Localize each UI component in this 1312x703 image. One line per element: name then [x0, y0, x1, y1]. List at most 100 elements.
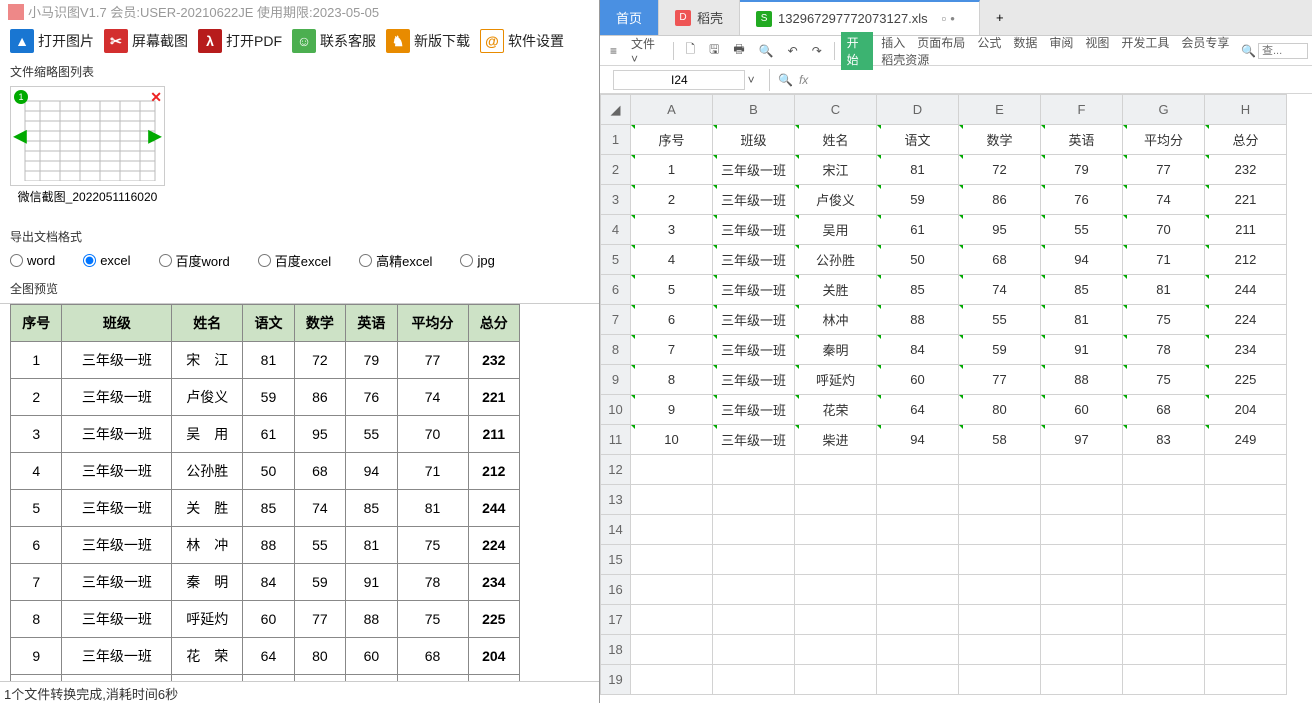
cell[interactable]: 91	[1041, 335, 1123, 365]
cell[interactable]: 序号	[631, 125, 713, 155]
cell[interactable]: 50	[877, 245, 959, 275]
cell[interactable]: 三年级一班	[713, 395, 795, 425]
screenshot-button[interactable]: ✂屏幕截图	[104, 29, 188, 53]
settings-button[interactable]: @软件设置	[480, 29, 564, 53]
cell[interactable]	[1123, 455, 1205, 485]
cell[interactable]	[631, 485, 713, 515]
cell[interactable]: 77	[1123, 155, 1205, 185]
cell[interactable]: 三年级一班	[713, 335, 795, 365]
row-header[interactable]: 10	[601, 395, 631, 425]
preview-table-scroll[interactable]: 序号班级姓名语文数学英语平均分总分1三年级一班宋 江817279772322三年…	[0, 303, 599, 682]
cell[interactable]	[1041, 635, 1123, 665]
cell[interactable]	[1041, 515, 1123, 545]
cell[interactable]	[1205, 455, 1287, 485]
cell[interactable]	[1041, 485, 1123, 515]
open-image-button[interactable]: ▲打开图片	[10, 29, 94, 53]
cell[interactable]	[1205, 485, 1287, 515]
cell[interactable]: 94	[877, 425, 959, 455]
cell[interactable]: 卢俊义	[795, 185, 877, 215]
cell[interactable]	[877, 665, 959, 695]
cell[interactable]: 97	[1041, 425, 1123, 455]
cell[interactable]	[1041, 455, 1123, 485]
cell[interactable]	[877, 575, 959, 605]
cell[interactable]: 81	[1041, 305, 1123, 335]
cell[interactable]	[1041, 575, 1123, 605]
cell[interactable]: 64	[877, 395, 959, 425]
cell[interactable]: 94	[1041, 245, 1123, 275]
cell[interactable]: 关胜	[795, 275, 877, 305]
cell[interactable]: 59	[959, 335, 1041, 365]
cell[interactable]	[795, 485, 877, 515]
cell[interactable]	[877, 635, 959, 665]
tab-home[interactable]: 首页	[600, 0, 659, 35]
cell[interactable]	[1123, 545, 1205, 575]
cell[interactable]: 9	[631, 395, 713, 425]
cell[interactable]: 呼延灼	[795, 365, 877, 395]
col-header[interactable]: C	[795, 95, 877, 125]
thumbnail-item[interactable]: 1 ✕ ◀ ▶	[10, 86, 165, 186]
redo-icon[interactable]: ↷	[806, 42, 828, 60]
menu-hamburger-icon[interactable]: ≡	[604, 42, 623, 60]
window-dot-icon[interactable]: •	[950, 11, 955, 26]
cell[interactable]: 吴用	[795, 215, 877, 245]
col-header[interactable]: G	[1123, 95, 1205, 125]
export-option-百度word[interactable]: 百度word	[159, 251, 230, 270]
cell[interactable]: 59	[877, 185, 959, 215]
cell[interactable]: 55	[1041, 215, 1123, 245]
cell[interactable]: 212	[1205, 245, 1287, 275]
cell[interactable]: 60	[1041, 395, 1123, 425]
tab-shell[interactable]: D稻壳	[659, 0, 740, 35]
cell[interactable]	[877, 455, 959, 485]
fx-search-icon[interactable]: 🔍	[778, 73, 793, 87]
row-header[interactable]: 7	[601, 305, 631, 335]
cell[interactable]	[713, 515, 795, 545]
cell[interactable]: 70	[1123, 215, 1205, 245]
cell[interactable]: 姓名	[795, 125, 877, 155]
cell[interactable]	[959, 635, 1041, 665]
row-header[interactable]: 2	[601, 155, 631, 185]
cell[interactable]: 86	[959, 185, 1041, 215]
ribbon-审阅[interactable]: 审阅	[1043, 34, 1079, 52]
cell[interactable]	[1205, 665, 1287, 695]
row-header[interactable]: 19	[601, 665, 631, 695]
cell[interactable]	[1123, 605, 1205, 635]
cell[interactable]: 2	[631, 185, 713, 215]
cell[interactable]: 宋江	[795, 155, 877, 185]
cell[interactable]: 244	[1205, 275, 1287, 305]
cell[interactable]: 平均分	[1123, 125, 1205, 155]
cell[interactable]	[713, 545, 795, 575]
new-tab-button[interactable]: +	[980, 0, 1020, 35]
cell[interactable]	[713, 605, 795, 635]
cell[interactable]	[959, 605, 1041, 635]
cell[interactable]: 林冲	[795, 305, 877, 335]
cell[interactable]: 72	[959, 155, 1041, 185]
cell[interactable]: 三年级一班	[713, 215, 795, 245]
cell[interactable]	[795, 455, 877, 485]
cell[interactable]	[713, 635, 795, 665]
ribbon-开发工具[interactable]: 开发工具	[1115, 34, 1175, 52]
cell[interactable]	[959, 575, 1041, 605]
cell[interactable]: 85	[877, 275, 959, 305]
cell[interactable]: 83	[1123, 425, 1205, 455]
cell[interactable]	[959, 455, 1041, 485]
row-header[interactable]: 14	[601, 515, 631, 545]
row-header[interactable]: 1	[601, 125, 631, 155]
col-header[interactable]: A	[631, 95, 713, 125]
cell[interactable]: 5	[631, 275, 713, 305]
window-minimize-icon[interactable]: ▫	[942, 11, 947, 26]
cell[interactable]	[959, 515, 1041, 545]
ribbon-会员专享[interactable]: 会员专享	[1175, 34, 1235, 52]
cell[interactable]	[959, 665, 1041, 695]
cell[interactable]	[631, 605, 713, 635]
cell[interactable]: 秦明	[795, 335, 877, 365]
preview-icon[interactable]: 🔍	[753, 42, 780, 60]
export-option-jpg[interactable]: jpg	[460, 251, 494, 270]
cell[interactable]	[1041, 605, 1123, 635]
cell[interactable]	[631, 545, 713, 575]
cell[interactable]: 75	[1123, 305, 1205, 335]
cell[interactable]: 80	[959, 395, 1041, 425]
select-all-cell[interactable]: ◢	[601, 95, 631, 125]
cell[interactable]: 232	[1205, 155, 1287, 185]
row-header[interactable]: 13	[601, 485, 631, 515]
download-new-button[interactable]: ♞新版下载	[386, 29, 470, 53]
